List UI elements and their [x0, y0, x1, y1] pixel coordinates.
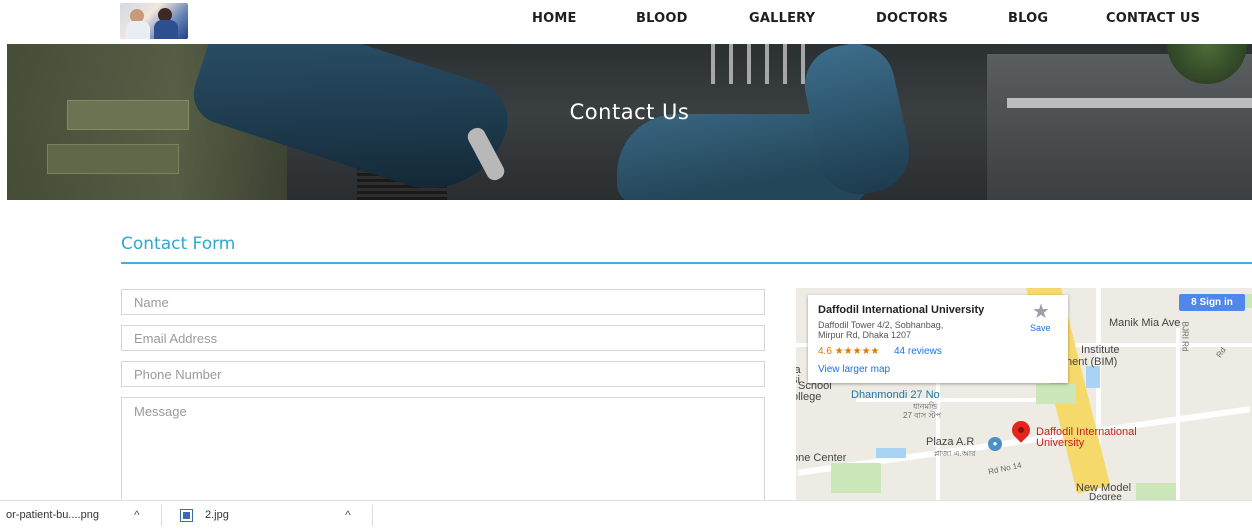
map-label-bjri-rd: BJRI Rd	[1180, 321, 1190, 352]
place-rating: 4.6 ★★★★★	[818, 346, 880, 357]
top-navbar: HOME BLOOD GALLERY DOCTORS BLOG CONTACT …	[0, 0, 1252, 44]
nav-blood[interactable]: BLOOD	[636, 11, 688, 26]
map-label-institute: Institute	[1081, 344, 1120, 356]
google-map[interactable]: Manik Mia Ave Institute nent (BIM) BJRI …	[796, 288, 1252, 500]
phone-input[interactable]	[121, 361, 765, 387]
map-label-dhanmondi: Dhanmondi 27 No	[851, 389, 940, 401]
name-input[interactable]	[121, 289, 765, 315]
map-label-manik-mia-ave: Manik Mia Ave	[1109, 317, 1181, 329]
nav-blog[interactable]: BLOG	[1008, 11, 1048, 26]
sign-in-label: Sign in	[1199, 297, 1233, 308]
map-label-daffodil-2: University	[1036, 437, 1085, 449]
map-label-bus-bn: 27 বাস স্টপ	[903, 411, 942, 420]
download-item-2[interactable]: 2.jpg	[205, 501, 229, 530]
download-item-1[interactable]: or-patient-bu....png	[6, 501, 99, 530]
shopping-icon[interactable]: ●	[988, 437, 1002, 451]
chevron-up-icon[interactable]: ^	[134, 501, 140, 530]
download-bar: or-patient-bu....png ^ 2.jpg ^	[0, 500, 1252, 530]
map-label-plaza: Plaza A.R	[926, 436, 975, 448]
map-label-degree: Degree	[1089, 492, 1122, 500]
nav-contact-us[interactable]: CONTACT US	[1106, 11, 1200, 26]
map-label-rd14: Rd No 14	[987, 460, 1023, 477]
hero-banner: Contact Us	[7, 44, 1252, 200]
map-label-rd-small: Rd	[1214, 345, 1228, 360]
save-button[interactable]: Save	[1030, 323, 1051, 333]
map-label-college: ollege	[796, 391, 822, 403]
site-logo[interactable]	[120, 3, 188, 39]
chevron-up-icon[interactable]: ^	[345, 501, 351, 530]
reviews-link[interactable]: 44 reviews	[894, 346, 942, 357]
image-file-icon	[180, 509, 193, 522]
map-label-one-center: one Center	[796, 452, 847, 464]
email-input[interactable]	[121, 325, 765, 351]
nav-home[interactable]: HOME	[532, 11, 577, 26]
divider	[121, 262, 1252, 264]
hero-title: Contact Us	[569, 100, 690, 124]
star-icon[interactable]: ★	[1032, 299, 1050, 324]
google-icon: 8	[1191, 297, 1197, 308]
view-larger-map-link[interactable]: View larger map	[818, 364, 890, 375]
map-info-card: Daffodil International University Daffod…	[808, 295, 1068, 383]
nav-doctors[interactable]: DOCTORS	[876, 11, 948, 26]
contact-form-title: Contact Form	[121, 234, 236, 254]
place-address: Daffodil Tower 4/2, Sobhanbag, Mirpur Rd…	[818, 320, 944, 340]
google-sign-in-button[interactable]: 8 Sign in	[1179, 294, 1245, 311]
message-textarea[interactable]	[121, 397, 765, 501]
nav-gallery[interactable]: GALLERY	[749, 11, 815, 26]
place-title: Daffodil International University	[818, 304, 985, 316]
map-label-plaza-bn: প্লাজা এ.আর	[934, 449, 976, 458]
map-label-bim: nent (BIM)	[1066, 356, 1118, 368]
